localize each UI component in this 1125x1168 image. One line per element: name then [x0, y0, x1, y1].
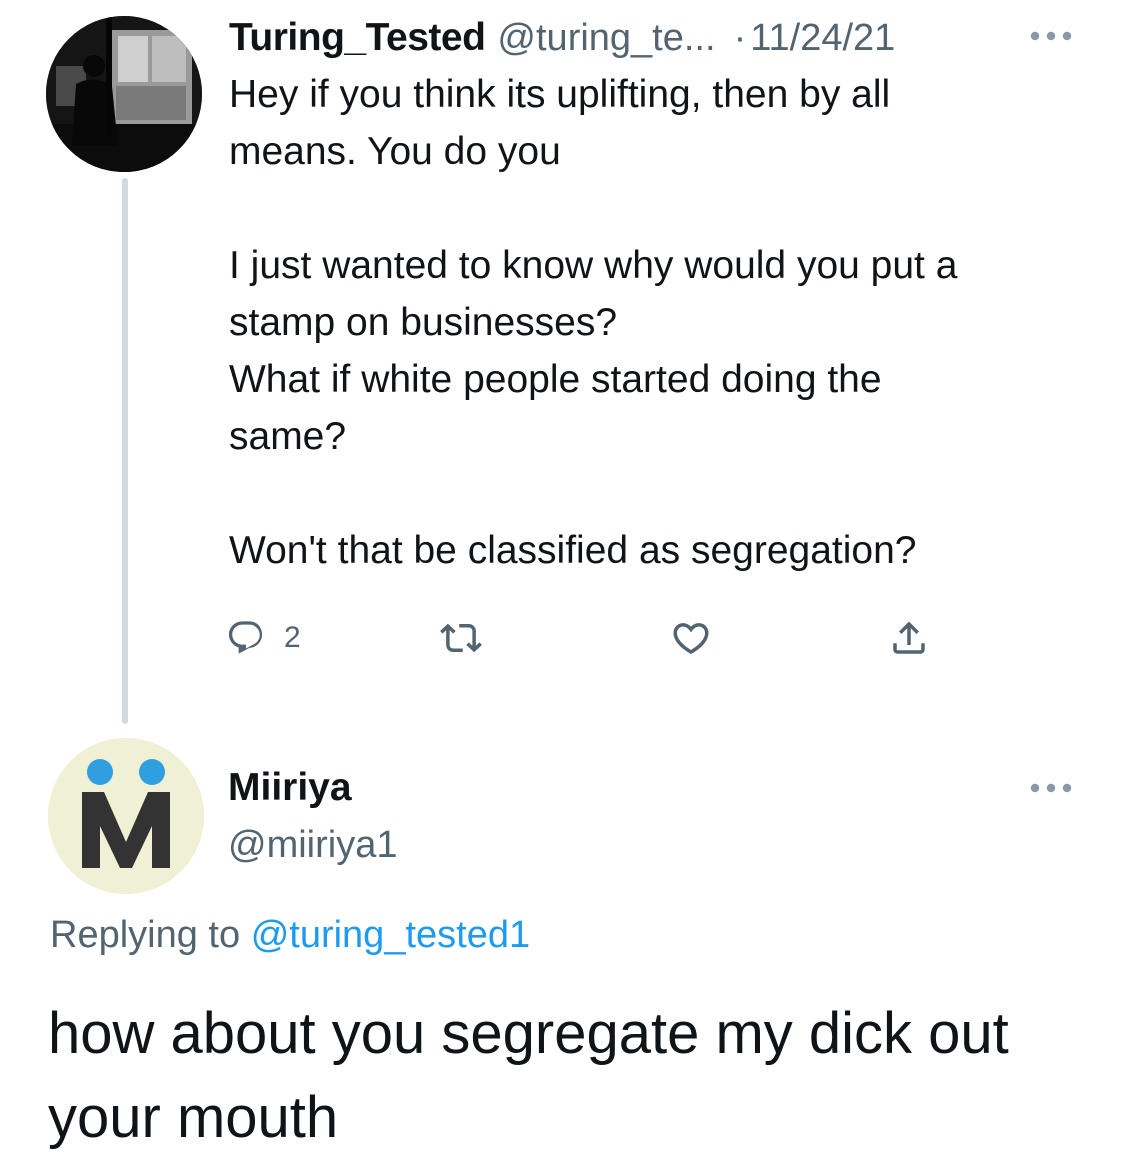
- reply-button[interactable]: 2: [226, 612, 301, 664]
- display-name[interactable]: Miiriya: [228, 766, 352, 810]
- replying-to-line: Replying to @turing_tested1: [50, 914, 530, 957]
- avatar-logo: [48, 738, 204, 894]
- share-button[interactable]: [888, 612, 930, 664]
- display-name[interactable]: Turing_Tested: [229, 16, 486, 60]
- avatar-photo: [46, 16, 202, 172]
- reply-count: 2: [284, 621, 301, 654]
- avatar-miiriya[interactable]: [48, 738, 204, 894]
- tweet-actions-bar: 2: [226, 612, 986, 664]
- avatar-turing-tested[interactable]: [46, 16, 202, 172]
- tweet-text: how about you segregate my dick out your…: [48, 1001, 1009, 1150]
- more-options-button[interactable]: [1028, 780, 1074, 796]
- reply-icon: [228, 621, 263, 654]
- tweet-text: Hey if you think its uplifting, then by …: [229, 73, 958, 572]
- more-horizontal-icon: [1030, 31, 1072, 41]
- user-handle[interactable]: @turing_te...: [497, 17, 715, 60]
- retweet-button[interactable]: [440, 612, 482, 664]
- like-button[interactable]: [670, 612, 712, 664]
- separator-dot: ·: [733, 16, 747, 59]
- replying-to-label: Replying to: [50, 914, 241, 956]
- user-handle[interactable]: @miiriya1: [228, 824, 397, 867]
- more-horizontal-icon: [1030, 783, 1072, 793]
- replying-to-mention[interactable]: @turing_tested1: [251, 914, 530, 956]
- retweet-icon: [440, 623, 482, 653]
- more-options-button[interactable]: [1028, 28, 1074, 44]
- tweet-date[interactable]: 11/24/21: [750, 17, 895, 60]
- thread-connector-line: [122, 178, 128, 724]
- share-icon: [893, 621, 925, 654]
- heart-icon: [673, 623, 709, 655]
- tweet-header: Turing_Tested @turing_te... · 11/24/21: [229, 10, 1089, 66]
